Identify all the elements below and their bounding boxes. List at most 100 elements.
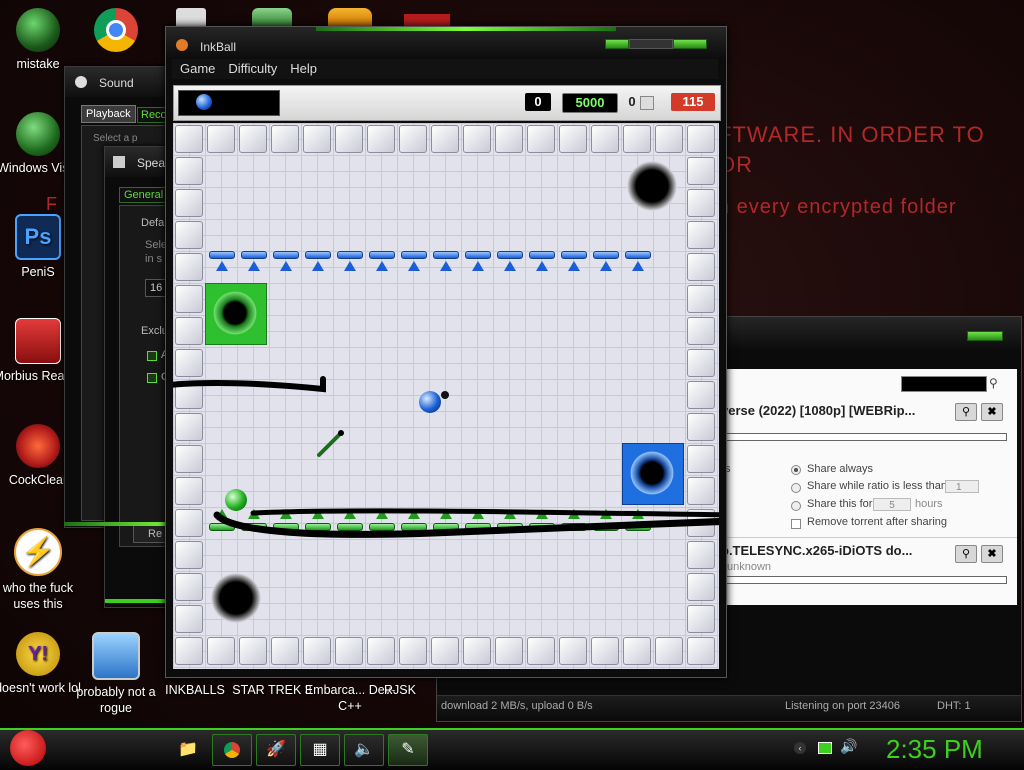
select-text-2: in s	[145, 253, 163, 265]
torrent-item2-status: unknown	[727, 561, 772, 573]
broom-icon	[16, 424, 60, 468]
balls-lost-counter: 0	[628, 94, 636, 109]
menu-difficulty[interactable]: Difficulty	[220, 59, 282, 76]
desktop: FTWARE. IN ORDER TO OR n every encrypted…	[0, 0, 1024, 770]
torrent-divider	[717, 537, 1017, 538]
exclusive-checkbox-2[interactable]	[147, 373, 157, 383]
search-torrent-button[interactable]: ⚲	[955, 403, 977, 421]
exclusive-mode-label: Exclu	[141, 325, 168, 337]
remove-torrent-button-2[interactable]: ✖	[981, 545, 1003, 563]
taskbar-inkball-icon[interactable]: ✎	[388, 734, 428, 766]
ink-strokes	[173, 376, 719, 538]
sound-bottom-green-bar	[64, 522, 174, 526]
share-ratio-label: Share while ratio is less than	[807, 480, 948, 492]
remove-torrent-button[interactable]: ✖	[981, 403, 1003, 421]
torrent-item2-title[interactable]: o.TELESYNC.x265-iDiOTS do...	[721, 543, 912, 558]
sound-hint: Select a p	[93, 133, 138, 144]
inkball-scorebar: 0 5000 0 115	[173, 85, 721, 121]
chrome-icon-center	[106, 20, 126, 40]
search-torrent-button-2[interactable]: ⚲	[955, 545, 977, 563]
start-button-angry-bird-icon[interactable]	[10, 730, 46, 766]
speaker-icon	[75, 76, 87, 88]
maximize-button[interactable]	[629, 39, 673, 49]
card-icon[interactable]	[176, 8, 206, 28]
minimize-button[interactable]	[605, 39, 629, 49]
yahoo-icon: Y!	[16, 632, 60, 676]
taskbar-clock[interactable]: 2:35 PM	[886, 734, 983, 765]
torrent-item1-title[interactable]: verse (2022) [1080p] [WEBRip...	[721, 403, 915, 418]
default-format-label: Defa	[141, 217, 165, 229]
shield-icon[interactable]	[252, 8, 292, 28]
tab-playback[interactable]: Playback	[81, 105, 136, 123]
inkball-menubar: Game Difficulty Help	[172, 59, 718, 79]
desktop-icon-mistake[interactable]: mistake	[0, 8, 84, 72]
score-display: 5000	[562, 93, 618, 113]
window-green-accent	[316, 27, 616, 31]
inkball-title: InkBall	[200, 40, 237, 54]
torrent-item1-progress	[721, 433, 1007, 441]
desktop-bg-text-3: n every encrypted folder	[718, 196, 957, 218]
taskbar-folder-icon[interactable]: 📁	[168, 734, 208, 766]
share-ratio-input[interactable]: 1	[945, 480, 979, 493]
menu-game[interactable]: Game	[172, 59, 220, 76]
torrent-search-input[interactable]	[901, 376, 987, 392]
balls-captured-counter: 0	[525, 93, 551, 111]
remove-after-sharing-label: Remove torrent after sharing	[807, 516, 948, 528]
speakers-title: Spea	[137, 156, 166, 170]
select-text-1: Sele	[145, 239, 168, 251]
inkball-app-icon	[176, 39, 188, 51]
pen-tip	[338, 430, 344, 436]
share-for-input[interactable]: 5	[873, 498, 911, 511]
pdf-reader-icon	[15, 318, 61, 364]
tray-back-icon[interactable]: ‹	[794, 742, 806, 754]
monitor-gear-icon	[92, 632, 140, 680]
sound-window-titlebar[interactable]: Sound	[65, 67, 175, 97]
ink-stroke-bottom	[213, 511, 719, 538]
taskbar-rocket-icon[interactable]: 🚀	[256, 734, 296, 766]
speaker-icon	[113, 156, 125, 168]
lightning-icon: ⚡	[14, 528, 62, 576]
pen-cursor	[317, 431, 343, 457]
ink-stroke-top	[173, 376, 326, 393]
inkball-window[interactable]: InkBall Game Difficulty Help 0 5000 0 115	[165, 26, 727, 678]
torrent-item2-progress	[721, 576, 1007, 584]
taskbar-sound-icon[interactable]: 🔈	[344, 734, 384, 766]
desktop-icon-rjsk[interactable]: RJSK	[370, 682, 430, 698]
sound-window-title: Sound	[99, 76, 134, 90]
remove-after-sharing-checkbox[interactable]	[791, 519, 801, 529]
status-port: Listening on port 23406	[785, 700, 900, 712]
search-icon[interactable]: ⚲	[989, 376, 1003, 390]
taskbar-app-icon[interactable]: ▦	[300, 734, 340, 766]
frog-icon[interactable]	[328, 8, 372, 28]
desktop-icon-rogue[interactable]: probably not a rogue	[70, 632, 162, 716]
next-ball-blue	[196, 94, 212, 110]
radio-share-ratio[interactable]	[791, 483, 801, 493]
recycle-bin-icon	[16, 112, 60, 156]
desktop-icon-lightning[interactable]: ⚡ who the fuck uses this	[0, 528, 84, 612]
desktop-icon-label: RJSK	[384, 683, 416, 697]
inkball-titlebar[interactable]: InkBall	[166, 27, 726, 59]
inkball-game-board[interactable]	[173, 123, 719, 669]
menu-help[interactable]: Help	[282, 59, 322, 76]
photoshop-icon: Ps	[15, 214, 61, 260]
share-for-label: Share this for	[807, 498, 873, 510]
next-ball-tray	[178, 90, 280, 116]
taskbar-chrome-icon[interactable]	[212, 734, 252, 766]
gray-ball-icon	[640, 96, 654, 110]
tray-volume-icon[interactable]: 🔊	[840, 738, 857, 755]
green-orb-icon	[16, 8, 60, 52]
tab-general[interactable]: General	[119, 187, 169, 203]
radio-share-for[interactable]	[791, 501, 801, 511]
tray-network-icon[interactable]	[818, 742, 832, 754]
close-button[interactable]	[673, 39, 707, 49]
desktop-bg-text-4: F	[46, 194, 58, 214]
status-transfer: download 2 MB/s, upload 0 B/s	[441, 700, 593, 712]
share-always-label: Share always	[807, 463, 874, 475]
desktop-icon-label: who the fuck uses this	[2, 581, 74, 611]
desktop-bg-text-1: FTWARE. IN ORDER TO	[718, 122, 985, 147]
share-for-unit: hours	[915, 498, 943, 510]
exclusive-checkbox-1[interactable]	[147, 351, 157, 361]
torrent-window-control[interactable]	[967, 331, 1003, 341]
radio-share-always[interactable]	[791, 465, 801, 475]
ink-stroke-bottom-2	[250, 508, 719, 518]
